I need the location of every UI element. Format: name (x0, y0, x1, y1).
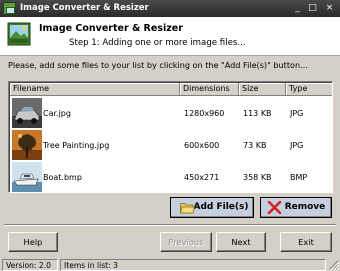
previous-label: Previous (168, 237, 204, 247)
exit-label: Exit (298, 237, 314, 247)
close-button[interactable]: × (323, 2, 336, 14)
file-size: 73 KB (243, 141, 267, 150)
remove-button[interactable]: Remove (260, 197, 332, 218)
window-title: Image Converter & Resizer (20, 3, 149, 13)
help-label: Help (23, 237, 43, 247)
version-status: Version: 2.0 (2, 259, 58, 271)
file-dimensions: 450x271 (184, 173, 220, 182)
help-button[interactable]: Help (8, 232, 58, 252)
folder-icon (180, 203, 195, 214)
title-bar[interactable]: Image Converter & Resizer _ □ × (0, 0, 340, 17)
file-name: Boat.bmp (43, 173, 82, 182)
file-list[interactable]: Filename Dimensions Size Type Car.jpg 12… (8, 81, 333, 193)
file-type: JPG (290, 141, 304, 150)
file-size: 358 KB (243, 173, 272, 182)
wizard-header: Image Converter & Resizer Step 1: Adding… (0, 17, 340, 56)
exit-button[interactable]: Exit (280, 232, 332, 252)
table-row[interactable]: Tree Painting.jpg 600x600 73 KB JPG (10, 130, 332, 162)
file-name: Tree Painting.jpg (43, 141, 110, 150)
remove-x-icon (267, 201, 282, 214)
column-header-filename[interactable]: Filename (10, 83, 180, 96)
tree-painting-thumbnail-icon (12, 130, 42, 160)
items-count-status: Items in list: 3 (60, 259, 326, 271)
app-logo-icon (7, 22, 31, 46)
next-label: Next (231, 237, 251, 247)
app-icon (3, 2, 16, 15)
column-header-type[interactable]: Type (286, 83, 332, 96)
maximize-button[interactable]: □ (306, 2, 319, 14)
table-row[interactable]: Boat.bmp 450x271 358 KB BMP (10, 162, 332, 192)
minimize-button[interactable]: _ (291, 2, 304, 14)
table-row[interactable]: Car.jpg 1280x960 113 KB JPG (10, 98, 332, 130)
separator (4, 224, 336, 226)
resize-grip-icon[interactable] (328, 259, 339, 270)
column-header-size[interactable]: Size (239, 83, 286, 96)
next-button[interactable]: Next (216, 232, 266, 252)
file-type: JPG (290, 109, 304, 118)
previous-button[interactable]: Previous (160, 232, 212, 252)
instruction-text: Please, add some files to your list by c… (8, 60, 308, 70)
file-name: Car.jpg (43, 109, 71, 118)
car-thumbnail-icon (12, 98, 42, 128)
page-title: Image Converter & Resizer (39, 23, 183, 34)
status-bar: Version: 2.0 Items in list: 3 (0, 258, 340, 271)
file-dimensions: 600x600 (184, 141, 220, 150)
file-dimensions: 1280x960 (184, 109, 225, 118)
boat-thumbnail-icon (12, 162, 42, 192)
column-header-dimensions[interactable]: Dimensions (180, 83, 239, 96)
add-files-button[interactable]: Add File(s) (170, 197, 254, 218)
step-subtitle: Step 1: Adding one or more image files..… (69, 38, 246, 48)
file-size: 113 KB (243, 109, 272, 118)
column-headers: Filename Dimensions Size Type (10, 83, 332, 96)
file-type: BMP (290, 173, 308, 182)
